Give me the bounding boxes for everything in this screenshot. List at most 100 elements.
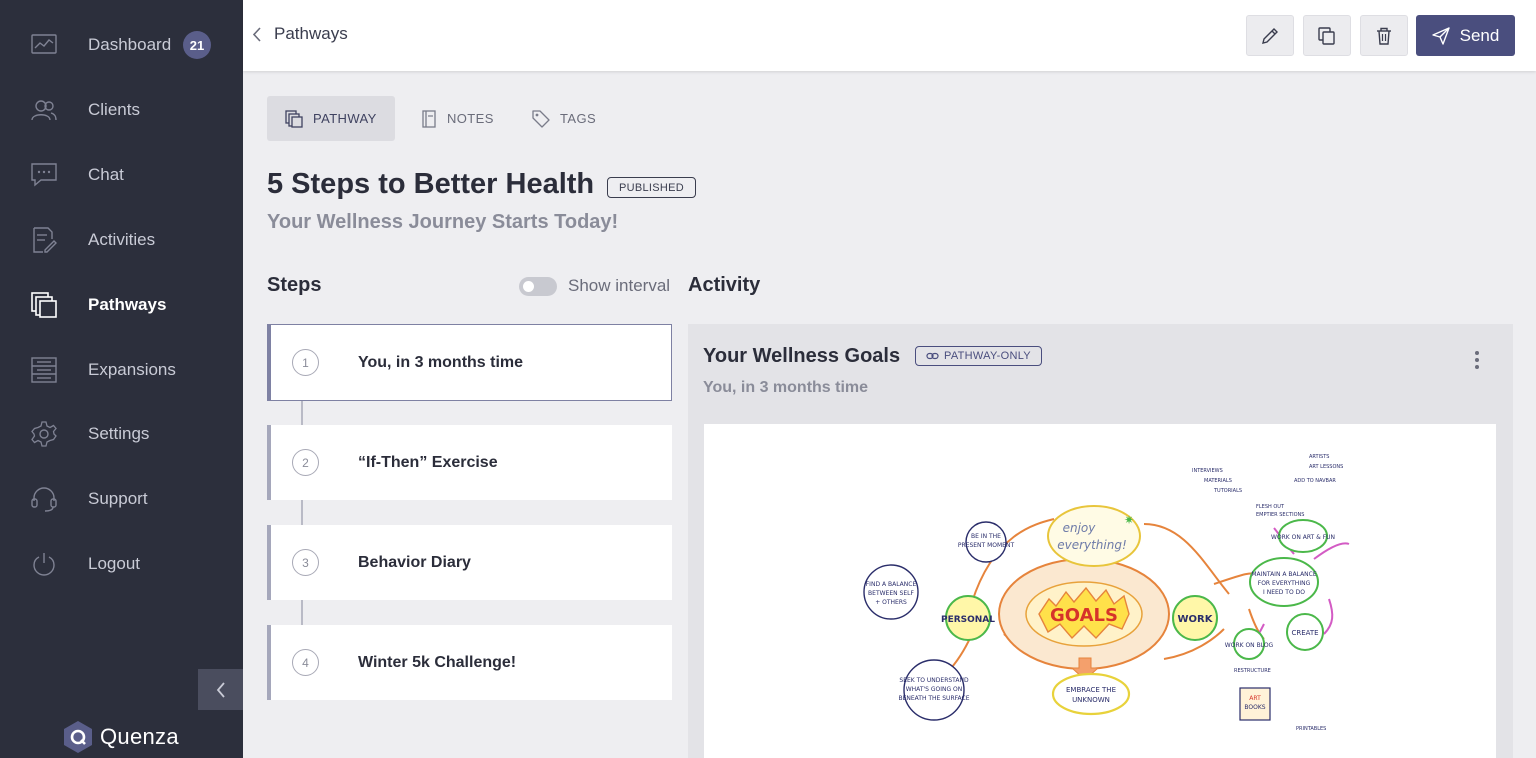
svg-text:BENEATH THE SURFACE: BENEATH THE SURFACE: [898, 695, 969, 702]
back-link[interactable]: Pathways: [253, 24, 348, 44]
chat-icon: [30, 161, 58, 189]
svg-text:FIND A BALANCE: FIND A BALANCE: [866, 581, 917, 588]
step-title: “If-Then” Exercise: [358, 453, 498, 471]
sidebar-item-clients[interactable]: Clients: [0, 85, 243, 135]
step-number: 3: [292, 549, 319, 576]
headset-icon: [30, 485, 58, 513]
page-title: 5 Steps to Better Health: [267, 168, 595, 200]
step-number: 1: [292, 349, 319, 376]
sidebar-item-logout[interactable]: Logout: [0, 539, 243, 589]
chart-icon: [30, 31, 58, 59]
svg-text:MAINTAIN A BALANCE: MAINTAIN A BALANCE: [1251, 571, 1317, 578]
chevron-left-icon: [253, 26, 261, 42]
step-card-4[interactable]: 4 Winter 5k Challenge!: [267, 625, 672, 700]
step-connector: [301, 500, 303, 525]
tab-tags[interactable]: TAGS: [514, 96, 614, 141]
svg-text:WORK: WORK: [1178, 614, 1214, 625]
svg-text:ADD TO NAVBAR: ADD TO NAVBAR: [1294, 478, 1336, 484]
notification-badge: 21: [183, 31, 211, 59]
send-button[interactable]: Send: [1416, 15, 1515, 56]
send-label: Send: [1459, 25, 1500, 45]
svg-text:FOR EVERYTHING: FOR EVERYTHING: [1258, 580, 1311, 587]
step-title: Winter 5k Challenge!: [358, 653, 517, 671]
step-card-3[interactable]: 3 Behavior Diary: [267, 525, 672, 600]
svg-text:✷: ✷: [1124, 513, 1134, 527]
svg-text:FLESH OUT: FLESH OUT: [1256, 504, 1285, 510]
sidebar-item-support[interactable]: Support: [0, 474, 243, 524]
logo-icon: [64, 721, 92, 753]
step-card-1[interactable]: 1 You, in 3 months time: [267, 324, 672, 401]
step-connector: [301, 600, 303, 625]
svg-text:BETWEEN SELF: BETWEEN SELF: [868, 590, 914, 597]
steps-heading: Steps: [267, 274, 322, 296]
svg-text:EMPTIER SECTIONS: EMPTIER SECTIONS: [1256, 512, 1304, 518]
sidebar: Dashboard 21 Clients Chat Activities Pat…: [0, 0, 243, 758]
status-badge: PUBLISHED: [607, 177, 697, 198]
svg-text:BOOKS: BOOKS: [1244, 704, 1265, 711]
tag-icon: [532, 109, 550, 128]
gear-icon: [30, 420, 58, 448]
sidebar-item-activities[interactable]: Activities: [0, 215, 243, 265]
tab-pathway[interactable]: PATHWAY: [267, 96, 395, 141]
sidebar-item-dashboard[interactable]: Dashboard 21: [0, 20, 243, 70]
step-number: 2: [292, 449, 319, 476]
more-options-button[interactable]: [1468, 348, 1486, 372]
svg-text:CREATE: CREATE: [1291, 629, 1318, 637]
back-label: Pathways: [274, 24, 348, 43]
svg-text:INTERVIEWS: INTERVIEWS: [1192, 468, 1223, 474]
svg-text:enjoy: enjoy: [1063, 521, 1097, 535]
collapse-sidebar-button[interactable]: [198, 669, 243, 710]
step-card-2[interactable]: 2 “If-Then” Exercise: [267, 425, 672, 500]
svg-text:EMBRACE THE: EMBRACE THE: [1066, 686, 1116, 694]
toggle-knob: [523, 281, 534, 292]
sidebar-item-settings[interactable]: Settings: [0, 409, 243, 459]
svg-text:SEEK TO UNDERSTAND: SEEK TO UNDERSTAND: [899, 677, 969, 684]
svg-text:PERSONAL: PERSONAL: [941, 615, 995, 625]
notebook-icon: [422, 109, 436, 128]
page-subtitle: Your Wellness Journey Starts Today!: [267, 211, 619, 233]
paper-plane-icon: [1431, 26, 1450, 45]
activity-panel: Your Wellness Goals PATHWAY-ONLY You, in…: [688, 324, 1513, 758]
step-number: 4: [292, 649, 319, 676]
svg-text:GOALS: GOALS: [1050, 605, 1118, 626]
chevron-left-icon: [216, 681, 225, 698]
svg-text:MATERIALS: MATERIALS: [1204, 478, 1232, 484]
sidebar-item-expansions[interactable]: Expansions: [0, 345, 243, 395]
activity-heading: Activity: [688, 274, 761, 296]
layers-icon: [30, 356, 58, 384]
svg-text:TUTORIALS: TUTORIALS: [1213, 488, 1242, 494]
copy-stack-icon: [285, 109, 303, 128]
svg-text:I NEED TO DO: I NEED TO DO: [1263, 589, 1305, 596]
svg-text:UNKNOWN: UNKNOWN: [1072, 696, 1110, 704]
sidebar-item-pathways[interactable]: Pathways: [0, 280, 243, 330]
quenza-logo: Quenza: [62, 720, 179, 754]
svg-text:WHAT'S GOING ON: WHAT'S GOING ON: [906, 686, 963, 693]
link-icon: [926, 352, 939, 360]
trash-icon: [1377, 27, 1391, 45]
show-interval-toggle[interactable]: [519, 277, 557, 296]
top-bar: Pathways Send: [243, 0, 1536, 71]
svg-text:PRESENT MOMENT: PRESENT MOMENT: [958, 542, 1015, 549]
svg-text:WORK ON ART & FUN: WORK ON ART & FUN: [1271, 534, 1335, 541]
activity-title: Your Wellness Goals: [703, 345, 901, 367]
edit-button[interactable]: [1246, 15, 1294, 56]
edit-document-icon: [30, 226, 58, 254]
copy-stack-icon: [30, 291, 58, 319]
sidebar-item-chat[interactable]: Chat: [0, 150, 243, 200]
users-icon: [30, 96, 58, 124]
tab-notes[interactable]: NOTES: [403, 96, 512, 141]
svg-text:PRINTABLES: PRINTABLES: [1296, 726, 1326, 732]
svg-text:ARTISTS: ARTISTS: [1309, 454, 1329, 460]
delete-button[interactable]: [1360, 15, 1408, 56]
step-connector: [301, 400, 303, 425]
duplicate-button[interactable]: [1303, 15, 1351, 56]
step-title: Behavior Diary: [358, 553, 471, 571]
pathway-only-badge: PATHWAY-ONLY: [915, 346, 1042, 366]
pencil-icon: [1262, 27, 1278, 44]
step-title: You, in 3 months time: [358, 353, 524, 371]
show-interval-label: Show interval: [568, 276, 671, 295]
svg-text:RESTRUCTURE: RESTRUCTURE: [1234, 668, 1271, 674]
logo-text: Quenza: [100, 724, 179, 749]
svg-text:BE IN THE: BE IN THE: [971, 533, 1001, 540]
power-icon: [30, 550, 58, 578]
